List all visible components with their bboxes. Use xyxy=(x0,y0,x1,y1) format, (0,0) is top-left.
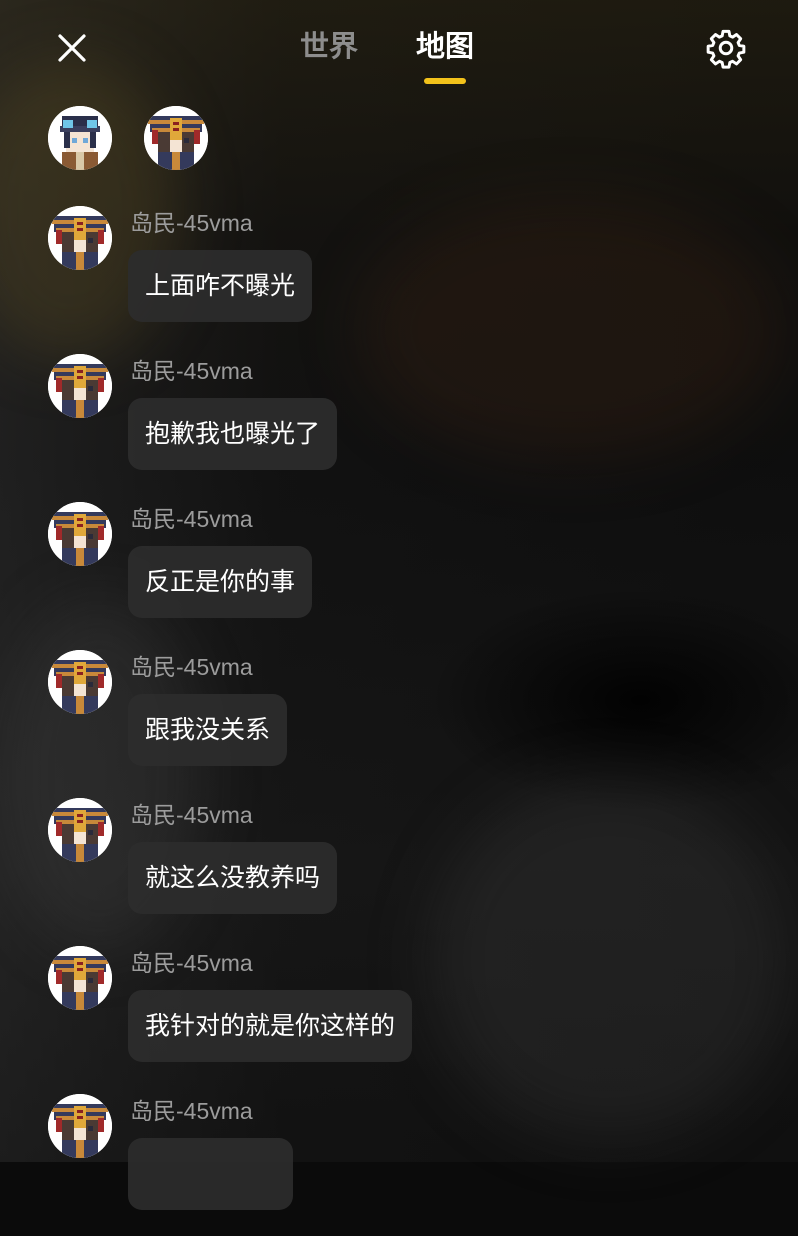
sender-name[interactable]: 岛民-45vma xyxy=(130,800,253,830)
sender-name[interactable]: 岛民-45vma xyxy=(130,208,253,238)
message-bubble[interactable]: 跟我没关系 xyxy=(128,694,288,766)
hat-character-avatar-icon xyxy=(48,502,112,566)
chat-message: 岛民-45vma 就这么没教养吗 xyxy=(48,792,768,940)
chat-header: 世界 地图 xyxy=(0,0,798,96)
chat-message: 岛民-45vma 我针对的就是你这样的 xyxy=(48,940,768,1088)
hat-character-avatar-icon xyxy=(48,1094,112,1158)
hat-character-avatar-icon xyxy=(144,106,208,170)
message-bubble[interactable]: 抱歉我也曝光了 xyxy=(128,398,338,470)
close-button[interactable] xyxy=(52,28,92,68)
channel-tabs: 世界 地图 xyxy=(300,22,474,92)
hat-character-avatar-icon xyxy=(48,650,112,714)
online-users-row xyxy=(48,106,208,170)
sender-name[interactable]: 岛民-45vma xyxy=(130,504,253,534)
hat-character-avatar-icon xyxy=(48,354,112,418)
message-bubble[interactable]: 就这么没教养吗 xyxy=(128,842,338,914)
message-bubble[interactable]: 反正是你的事 xyxy=(128,546,313,618)
avatar[interactable] xyxy=(48,106,112,170)
tab-world[interactable]: 世界 xyxy=(300,22,358,92)
message-bubble[interactable]: 我针对的就是你这样的 xyxy=(128,990,413,1062)
sender-name[interactable]: 岛民-45vma xyxy=(130,356,253,386)
active-tab-indicator xyxy=(424,78,467,84)
avatar[interactable] xyxy=(48,1094,112,1158)
tab-label: 世界 xyxy=(300,29,359,63)
avatar[interactable] xyxy=(48,354,112,418)
avatar[interactable] xyxy=(48,206,112,270)
chat-message: 岛民-45vma 跟我没关系 xyxy=(48,644,768,792)
hat-character-avatar-icon xyxy=(48,946,112,1010)
chat-message: 岛民-45vma 上面咋不曝光 xyxy=(48,200,768,348)
chat-message: 岛民-45vma 抱歉我也曝光了 xyxy=(48,348,768,496)
sender-name[interactable]: 岛民-45vma xyxy=(130,652,253,682)
avatar[interactable] xyxy=(48,946,112,1010)
tab-label: 地图 xyxy=(416,29,475,63)
message-bubble[interactable] xyxy=(128,1138,293,1210)
settings-button[interactable] xyxy=(703,25,749,71)
avatar[interactable] xyxy=(144,106,208,170)
goggles-character-avatar-icon xyxy=(48,106,112,170)
avatar[interactable] xyxy=(48,798,112,862)
sender-name[interactable]: 岛民-45vma xyxy=(130,1096,253,1126)
chat-message: 岛民-45vma 反正是你的事 xyxy=(48,496,768,644)
close-icon xyxy=(58,34,86,62)
tab-map[interactable]: 地图 xyxy=(416,22,474,92)
hat-character-avatar-icon xyxy=(48,206,112,270)
avatar[interactable] xyxy=(48,650,112,714)
hat-character-avatar-icon xyxy=(48,798,112,862)
chat-message-list[interactable]: 岛民-45vma 上面咋不曝光 岛民-45vma 抱歉我也曝光了 岛民-45vm… xyxy=(48,200,768,1236)
chat-message: 岛民-45vma xyxy=(48,1088,768,1236)
avatar[interactable] xyxy=(48,502,112,566)
sender-name[interactable]: 岛民-45vma xyxy=(130,948,253,978)
gear-icon xyxy=(706,29,746,69)
message-bubble[interactable]: 上面咋不曝光 xyxy=(128,250,313,322)
